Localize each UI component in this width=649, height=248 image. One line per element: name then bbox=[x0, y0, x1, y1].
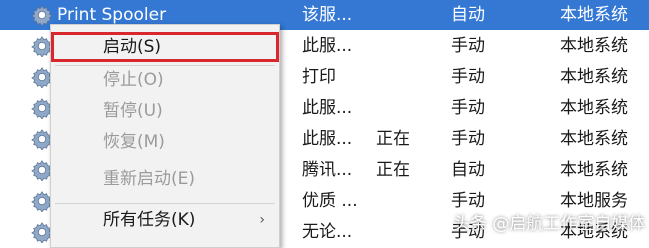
service-startup-type: 手动 bbox=[451, 67, 485, 87]
menu-separator bbox=[55, 203, 275, 204]
service-startup-type: 自动 bbox=[451, 5, 485, 25]
service-description: 此服... bbox=[302, 98, 353, 118]
service-description: 无论... bbox=[302, 222, 353, 242]
service-logon-as: 本地系统 bbox=[560, 129, 628, 149]
menu-item-restart: 重新启动(E) bbox=[51, 164, 279, 194]
service-logon-as: 本地系统 bbox=[560, 36, 628, 56]
chevron-right-icon: › bbox=[259, 212, 265, 228]
service-name: Print Spooler bbox=[57, 5, 167, 25]
menu-item-pause: 暂停(U) bbox=[51, 96, 279, 126]
service-startup-type: 手动 bbox=[451, 129, 485, 149]
menu-item-stop: 停止(O) bbox=[51, 65, 279, 95]
menu-item-label: 恢复(M) bbox=[103, 132, 165, 152]
service-status: 正在 bbox=[376, 160, 410, 180]
menu-item-resume: 恢复(M) bbox=[51, 127, 279, 157]
service-startup-type: 手动 bbox=[451, 98, 485, 118]
service-startup-type: 自动 bbox=[451, 160, 485, 180]
gear-icon bbox=[31, 5, 53, 26]
service-status: 正在 bbox=[376, 129, 410, 149]
service-description: 此服... bbox=[302, 36, 353, 56]
menu-item-label: 启动(S) bbox=[103, 37, 162, 57]
menu-item-label: 停止(O) bbox=[103, 70, 164, 90]
menu-item-label: 暂停(U) bbox=[103, 101, 163, 121]
service-logon-as: 本地系统 bbox=[560, 5, 628, 25]
service-startup-type: 手动 bbox=[451, 36, 485, 56]
service-description: 优质 ... bbox=[302, 191, 358, 211]
service-logon-as: 本地服务 bbox=[560, 191, 628, 211]
menu-item-label: 重新启动(E) bbox=[103, 169, 196, 189]
service-description: 打印 bbox=[302, 67, 336, 87]
service-description: 腾讯... bbox=[302, 160, 353, 180]
service-logon-as: 本地系统 bbox=[560, 67, 628, 87]
service-description: 该服... bbox=[302, 5, 353, 25]
service-startup-type: 手动 bbox=[451, 191, 485, 211]
service-logon-as: 本地系统 bbox=[560, 98, 628, 118]
service-description: 此服... bbox=[302, 129, 353, 149]
service-logon-as: 本地系统 bbox=[560, 160, 628, 180]
context-menu: 启动(S) 停止(O) 暂停(U) 恢复(M) 重新启动(E) 所有任务(K) … bbox=[50, 24, 280, 248]
menu-item-all-tasks[interactable]: 所有任务(K) › bbox=[51, 205, 279, 235]
menu-item-start[interactable]: 启动(S) bbox=[51, 32, 279, 62]
watermark: 头条 @启航工作室自媒体 bbox=[453, 214, 646, 234]
menu-item-label: 所有任务(K) bbox=[103, 210, 196, 230]
